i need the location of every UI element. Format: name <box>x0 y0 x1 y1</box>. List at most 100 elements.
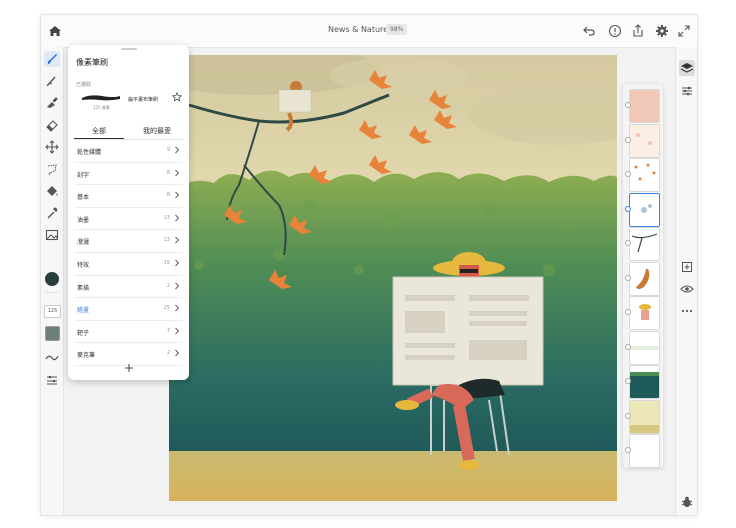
brush-category-row[interactable]: 刻字 8 <box>74 163 183 186</box>
layer-preview <box>630 193 659 226</box>
brush-category-row[interactable]: 乾性媒體 9 <box>74 140 183 163</box>
brush-category-count: 9 <box>166 147 170 153</box>
eraser-tool[interactable] <box>44 117 60 133</box>
layer-thumbnail[interactable] <box>629 365 660 399</box>
brush-size-value[interactable]: 125 <box>44 305 61 318</box>
layer-select-radio[interactable] <box>625 102 631 108</box>
layer-thumbnail[interactable] <box>629 296 660 330</box>
brush-category-row[interactable]: 素描 2 <box>74 276 183 299</box>
right-toolbar <box>675 47 697 515</box>
brush-stroke-preview[interactable] <box>80 91 122 103</box>
eraser-icon <box>46 120 58 132</box>
fullscreen-icon[interactable] <box>676 23 692 39</box>
layer-preview <box>630 228 659 260</box>
more-options-button[interactable] <box>679 303 695 319</box>
layer-select-radio[interactable] <box>625 309 631 315</box>
brush-category-row[interactable]: 靶子 7 <box>74 321 183 344</box>
layer-preview <box>630 159 659 191</box>
layer-select-radio[interactable] <box>625 343 631 350</box>
bug-report-button[interactable] <box>679 494 695 510</box>
layer-properties-button[interactable] <box>679 83 695 99</box>
favorite-star-icon[interactable] <box>172 92 182 102</box>
layer-select-radio[interactable] <box>625 412 631 419</box>
layer-preview <box>630 435 659 467</box>
eyedropper-icon <box>47 207 58 219</box>
layer-preview <box>630 90 659 122</box>
brush-settings-icon <box>47 375 57 385</box>
visibility-button[interactable] <box>679 281 695 297</box>
image-tool[interactable] <box>44 227 60 243</box>
help-icon[interactable] <box>607 23 623 39</box>
brush-category-name: 靶子 <box>77 329 90 337</box>
chevron-right-icon <box>175 214 180 222</box>
layer-thumbnail[interactable] <box>629 434 660 468</box>
visibility-icon <box>680 285 694 293</box>
brush-category-count: 2 <box>166 350 170 357</box>
brush-category-name: 基本 <box>77 194 90 202</box>
selected-brush-name[interactable]: 扁平畫布筆刷 <box>128 96 158 103</box>
brush-tool[interactable] <box>44 51 60 67</box>
brush-category-list: 乾性媒體 9 刻字 8 基本 8 油墨 13 潑灑 13 特效 19 素描 2 繪畫 25 靶子 7 麥克筆 2 <box>74 140 183 366</box>
fill-bucket-icon <box>47 186 58 196</box>
add-layer-button[interactable] <box>679 259 695 275</box>
layer-thumbnail[interactable] <box>629 330 660 365</box>
brush-category-name: 潑灑 <box>77 239 90 247</box>
canvas-artwork[interactable] <box>169 55 617 501</box>
layer-thumbnail[interactable] <box>629 261 660 296</box>
brush-category-row[interactable]: 特效 19 <box>74 253 183 276</box>
eyedropper-tool[interactable] <box>44 205 60 221</box>
layer-thumbnail[interactable] <box>629 158 660 192</box>
brush-category-row[interactable]: 潑灑 13 <box>74 230 183 253</box>
layer-select-radio[interactable] <box>625 136 631 143</box>
layer-select-radio[interactable] <box>625 205 631 212</box>
bug-icon <box>681 496 693 507</box>
layer-thumbnail[interactable] <box>629 399 660 434</box>
brush-category-count: 7 <box>166 327 170 334</box>
layer-select-radio[interactable] <box>625 171 631 177</box>
brush-category-name: 素描 <box>77 284 90 292</box>
brush-category-row[interactable]: 基本 8 <box>74 185 183 208</box>
layer-select-radio[interactable] <box>625 240 631 246</box>
layer-thumbnail[interactable] <box>629 89 660 123</box>
layer-preview <box>630 124 659 157</box>
plus-icon[interactable] <box>124 363 134 373</box>
chevron-right-icon <box>175 169 180 176</box>
divider <box>45 292 59 293</box>
color-swatch[interactable] <box>45 272 59 286</box>
cloud <box>329 57 469 93</box>
layer-select-radio[interactable] <box>625 274 631 281</box>
share-icon[interactable] <box>630 23 646 39</box>
chevron-right-icon <box>175 282 180 289</box>
smudge-tool[interactable] <box>44 73 60 89</box>
home-icon[interactable] <box>47 23 63 39</box>
tab-favorites[interactable]: 我的最愛 <box>143 126 171 136</box>
layer-thumbnail[interactable] <box>629 192 660 227</box>
opacity-swatch[interactable] <box>45 326 60 341</box>
fill-brush-tool[interactable] <box>44 95 60 111</box>
zoom-level[interactable]: 98% <box>386 24 408 35</box>
brush-category-count: 8 <box>166 169 170 176</box>
fill-bucket-tool[interactable] <box>44 183 60 199</box>
tab-all[interactable]: 全部 <box>92 126 106 136</box>
brush-category-name: 乾性媒體 <box>77 149 102 156</box>
settings-icon[interactable] <box>654 23 670 39</box>
transform-tool[interactable] <box>44 139 60 155</box>
stroke-settings-tool[interactable] <box>44 350 60 366</box>
layer-select-radio[interactable] <box>625 447 631 453</box>
layer-thumbnail[interactable] <box>629 123 660 158</box>
layers-button[interactable] <box>679 60 695 76</box>
brush-category-count: 19 <box>163 259 170 266</box>
lasso-tool[interactable] <box>44 161 60 177</box>
brush-settings-tool[interactable] <box>44 372 60 388</box>
brush-category-row[interactable]: 油墨 13 <box>74 208 183 231</box>
chevron-right-icon <box>175 350 180 357</box>
panel-grabber[interactable] <box>121 48 137 50</box>
brush-category-count: 13 <box>163 214 170 221</box>
brush-icon <box>47 54 57 64</box>
fill-brush-icon <box>47 97 58 108</box>
layer-select-radio[interactable] <box>625 378 631 384</box>
layer-thumbnail[interactable] <box>629 227 660 261</box>
undo-icon[interactable] <box>581 23 597 39</box>
selected-label: 已選取 <box>76 82 92 88</box>
brush-category-row[interactable]: 繪畫 25 <box>74 298 183 321</box>
